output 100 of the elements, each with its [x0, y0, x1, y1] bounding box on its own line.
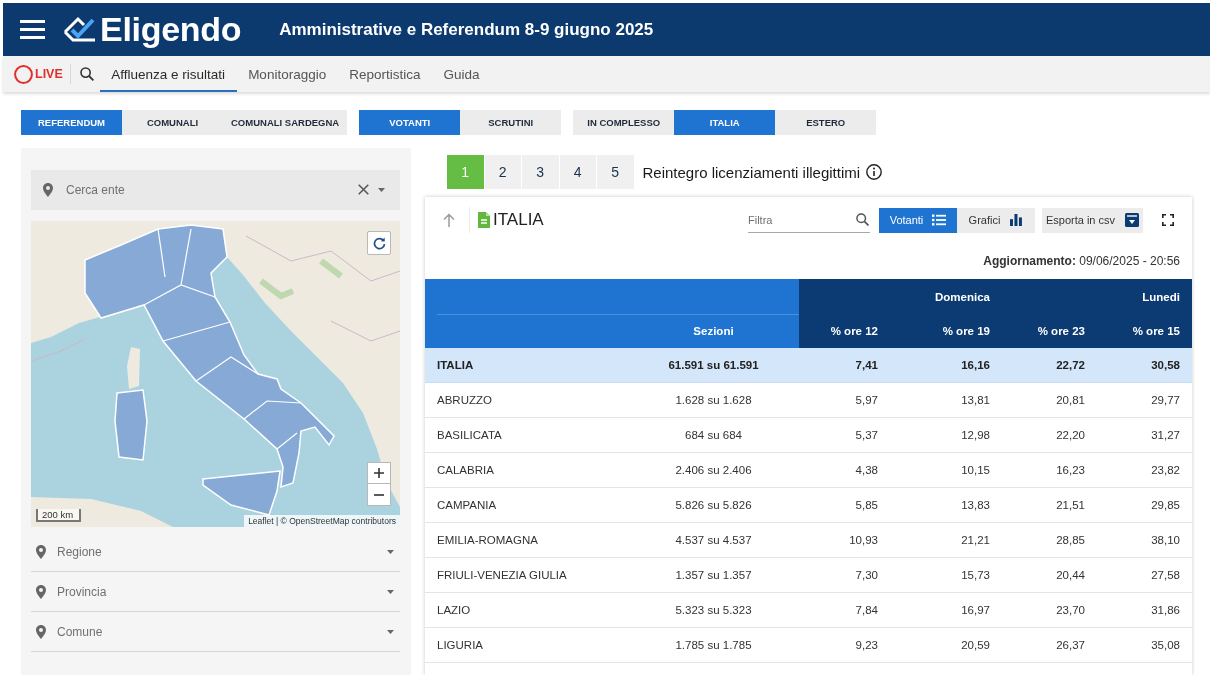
table-cell: 5,97 — [855, 394, 878, 406]
map-scale-bar: 200 km — [36, 509, 81, 522]
table-cell: 21,21 — [961, 534, 990, 546]
question-tab[interactable]: 2 — [484, 155, 521, 189]
update-timestamp: Aggiornamento: 09/06/2025 - 20:56 — [983, 253, 1180, 270]
close-icon[interactable] — [358, 184, 369, 195]
table-cell: 16,97 — [961, 604, 990, 616]
table-cell: ITALIA — [437, 359, 474, 371]
table-cell: 5.826 su 5.826 — [675, 499, 752, 511]
table-cell: 7,84 — [855, 604, 878, 616]
list-icon — [932, 214, 947, 226]
menu-icon[interactable] — [20, 20, 45, 39]
checkmark-logo-icon — [63, 14, 97, 45]
table-cell: 31,86 — [1151, 604, 1180, 616]
filter-toggle[interactable]: VOTANTI — [359, 110, 461, 135]
column-header: % ore 15 — [1132, 325, 1180, 337]
table-cell: 5,37 — [855, 429, 878, 441]
live-ring-icon — [14, 64, 33, 84]
table-cell: 28,85 — [1056, 534, 1085, 546]
search-field[interactable]: Cerca ente — [31, 170, 400, 210]
table-cell: 29,85 — [1151, 499, 1180, 511]
plus-icon — [374, 468, 384, 478]
filter-toggle[interactable]: ESTERO — [775, 110, 877, 135]
table-cell: 1.785 su 1.785 — [675, 639, 752, 651]
search-icon[interactable] — [79, 67, 94, 81]
table-cell: 4,38 — [855, 464, 878, 476]
search-icon[interactable] — [856, 213, 869, 226]
column-header: % ore 12 — [830, 325, 878, 337]
table-cell: 2.406 su 2.406 — [675, 464, 752, 476]
table-cell: 4.537 su 4.537 — [675, 534, 752, 546]
caret-icon[interactable] — [387, 590, 394, 594]
question-tab[interactable]: 5 — [597, 155, 634, 189]
refresh-icon — [372, 236, 386, 250]
live-label[interactable]: LIVE — [35, 67, 63, 81]
caret-icon[interactable] — [387, 550, 394, 554]
up-arrow-icon — [443, 213, 455, 227]
table-cell: 13,83 — [961, 499, 990, 511]
filter-toggle[interactable]: IN COMPLESSO — [573, 110, 675, 135]
table-cell: LAZIO — [437, 604, 471, 616]
table-cell: 35,08 — [1151, 639, 1180, 651]
map-attribution[interactable]: Leaflet | © OpenStreetMap contributors — [244, 515, 400, 527]
filter-toggle[interactable]: REFERENDUM — [21, 110, 122, 135]
question-tab[interactable]: 4 — [559, 155, 596, 189]
table-cell: 1.357 su 1.357 — [675, 569, 752, 581]
table-cell: 23,70 — [1056, 604, 1085, 616]
table-cell: 29,77 — [1151, 394, 1180, 406]
table-cell: 15,73 — [961, 569, 990, 581]
table-cell: 23,82 — [1151, 464, 1180, 476]
view-toggle[interactable]: Votanti — [879, 207, 957, 233]
export-button[interactable]: Esporta in csv — [1042, 207, 1143, 233]
caret-icon[interactable] — [378, 188, 385, 192]
pin-icon — [36, 545, 46, 559]
table-cell: 10,15 — [961, 464, 990, 476]
pin-icon — [36, 625, 46, 639]
table-cell: LIGURIA — [437, 639, 483, 651]
zoom-in-button[interactable] — [367, 462, 391, 484]
table-cell: 10,93 — [849, 534, 878, 546]
question-tab[interactable]: 3 — [522, 155, 559, 189]
view-toggle[interactable]: Grafici — [957, 207, 1035, 233]
table-cell: 20,81 — [1056, 394, 1085, 406]
filter-toggle[interactable]: SCRUTINI — [460, 110, 562, 135]
info-icon[interactable] — [866, 164, 883, 180]
table-cell: 5.323 su 5.323 — [675, 604, 752, 616]
question-title: Reintegro licenziamenti illegittimi — [642, 163, 861, 181]
table-cell: 38,10 — [1151, 534, 1180, 546]
table-cell: EMILIA-ROMAGNA — [437, 534, 538, 546]
nav-tab[interactable]: Affluenza e risultati — [99, 56, 237, 92]
column-group-header: Domenica — [935, 290, 990, 303]
table-cell: 9,23 — [855, 639, 878, 651]
column-group-header: Lunedi — [1142, 290, 1180, 303]
minus-icon — [374, 493, 384, 496]
filter-toggle[interactable]: COMUNALI — [122, 110, 223, 135]
total-row[interactable]: ITALIA 61.591 su 61.591 7,41 16,16 22,72 30,58 — [425, 348, 1192, 383]
table-cell: BASILICATA — [437, 429, 502, 441]
nav-tab[interactable]: Monitoraggio — [236, 56, 338, 92]
nav-tab[interactable]: Guida — [431, 56, 491, 92]
table-cell: CAMPANIA — [437, 499, 497, 511]
fullscreen-icon[interactable] — [1162, 214, 1174, 226]
table-cell: 7,41 — [855, 359, 878, 371]
table-cell: 61.591 su 61.591 — [668, 359, 759, 371]
table-cell: CALABRIA — [437, 464, 494, 476]
nav-tab[interactable]: Reportistica — [337, 56, 432, 92]
table-cell: 13,81 — [961, 394, 990, 406]
column-header: Sezioni — [693, 325, 734, 337]
filter-toggle[interactable]: COMUNALI SARDEGNA — [223, 110, 348, 135]
table-cell: 12,98 — [961, 429, 990, 441]
table-cell: 20,59 — [961, 639, 990, 651]
zoom-out-button[interactable] — [367, 484, 391, 506]
table-cell: 22,72 — [1056, 359, 1085, 371]
caret-icon[interactable] — [387, 630, 394, 634]
refresh-button[interactable] — [367, 231, 391, 255]
table-cell: 16,16 — [961, 359, 990, 371]
table-cell: 21,51 — [1056, 499, 1085, 511]
page-title: Amministrative e Referendum 8-9 giugno 2025 — [279, 19, 654, 40]
column-header: % ore 19 — [942, 325, 990, 337]
filter-toggle[interactable]: ITALIA — [674, 110, 776, 135]
filter-field[interactable]: Filtra — [748, 207, 870, 233]
logo-text[interactable]: Eligendo — [100, 10, 242, 49]
pin-icon — [43, 183, 53, 197]
table-cell: 5,85 — [855, 499, 878, 511]
